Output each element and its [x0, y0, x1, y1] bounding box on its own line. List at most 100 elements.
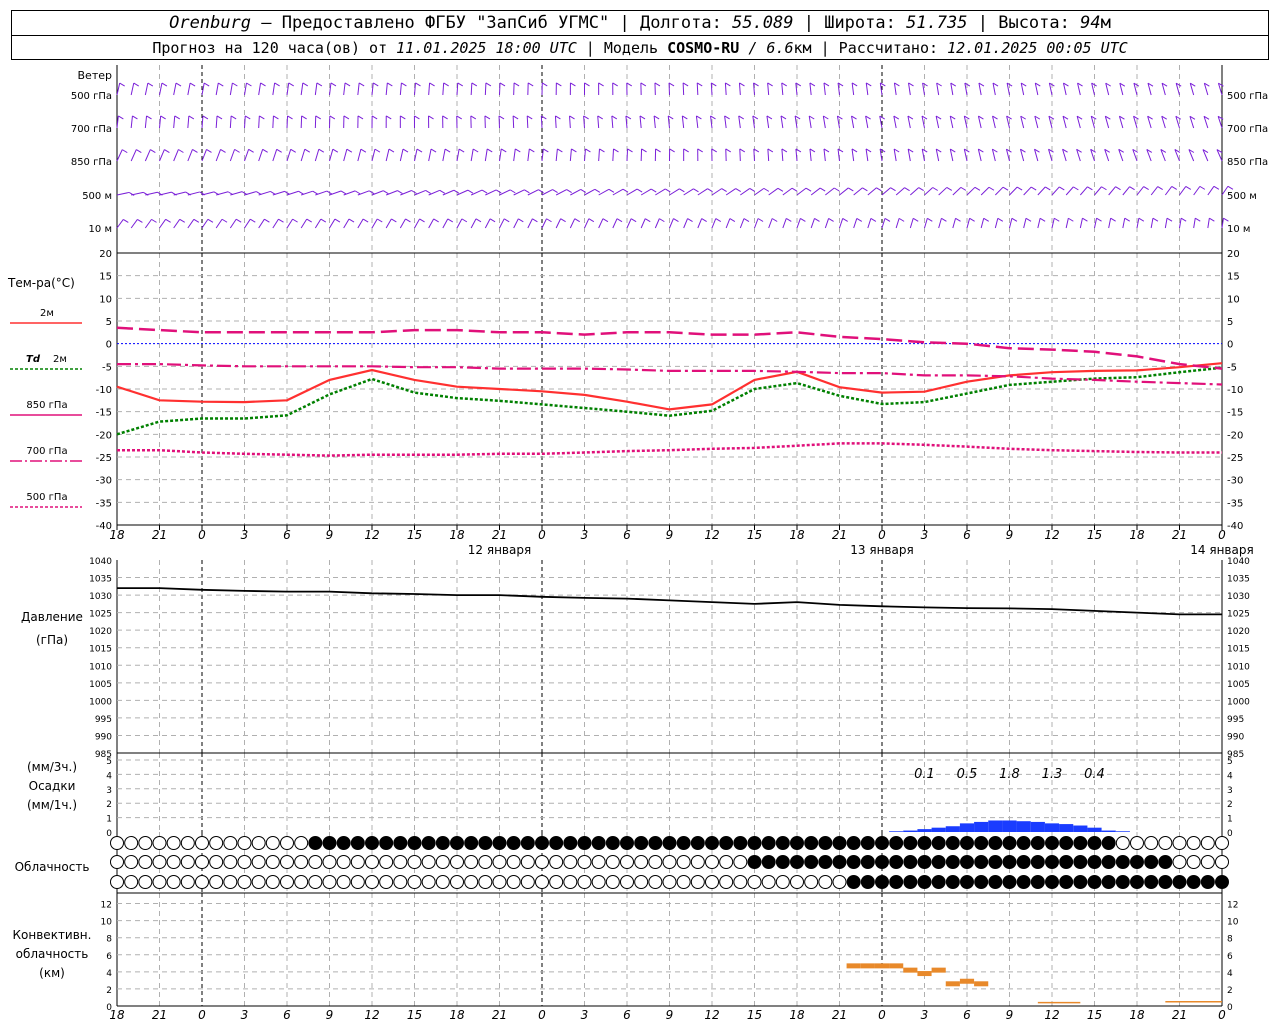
precip-bar: [974, 821, 989, 832]
cloud-cover-symbol: [478, 836, 493, 850]
cloud-cover-symbol: [251, 875, 266, 889]
wind-barb-feather: [118, 115, 124, 120]
cloud-cover-symbol: [1200, 855, 1215, 869]
wind-barb-feather: [360, 148, 367, 153]
cloud-cover-symbol: [662, 875, 677, 889]
precip-tick-label-right: 1: [1227, 815, 1233, 825]
cloud-cover-symbol: [960, 875, 974, 889]
cloud-cover-symbol: [195, 875, 209, 889]
wind-barb: [867, 187, 877, 196]
cloud-cover-symbol: [1073, 836, 1088, 850]
wind-barb: [428, 218, 435, 229]
pressure-tick-label-right: 1005: [1227, 680, 1250, 690]
pressure-tick-label-right: 1025: [1227, 610, 1250, 620]
wind-barb: [865, 148, 869, 162]
wind-barb: [853, 218, 858, 229]
wind-barb: [895, 187, 905, 196]
cloud-cover-symbol: [492, 836, 507, 850]
x-tick-label: 21: [152, 528, 167, 542]
wind-barb-feather: [372, 82, 379, 87]
cloud-cover-symbol: [237, 855, 252, 869]
cloud-cover-symbol: [124, 855, 139, 869]
cloud-cover-symbol: [1130, 855, 1144, 869]
temp-tick-label-right: 10: [1227, 294, 1240, 305]
wind-barb-feather: [484, 115, 491, 120]
wind-barb-feather: [461, 218, 468, 223]
wind-barb-feather: [1044, 186, 1051, 191]
wind-barb: [1023, 218, 1027, 229]
wind-barb-feather: [220, 148, 226, 153]
cloud-cover-symbol: [860, 875, 875, 889]
wind-barb-feather: [848, 187, 854, 192]
wind-barb: [1150, 218, 1154, 229]
cloud-cover-symbol: [988, 855, 1003, 869]
wind-barb-feather: [526, 115, 533, 120]
cloud-cover-symbol: [280, 836, 294, 850]
wind-barb: [144, 82, 149, 96]
precip-bar: [931, 827, 946, 832]
wind-barb-feather: [206, 148, 212, 153]
x-tick-label: 3: [921, 528, 929, 542]
wind-barb-feather: [188, 115, 195, 120]
wind-barb-feather: [721, 188, 727, 193]
cloud-cover-symbol: [110, 875, 124, 889]
wind-barb-feather: [278, 218, 284, 223]
cloud-cover-symbol: [1186, 836, 1201, 850]
wind-barb-feather: [500, 148, 507, 153]
wind-barb-feather: [374, 148, 381, 153]
wind-barb: [1193, 186, 1201, 196]
wind-barb-feather: [221, 218, 228, 223]
cloud-cover-symbol: [421, 855, 436, 869]
wind-barb: [682, 82, 685, 96]
wind-barb-feather: [767, 82, 773, 87]
cloud-cover-symbol: [790, 855, 804, 869]
wind-barb: [159, 219, 167, 229]
wind-barb-feather: [842, 217, 848, 222]
cloud-cover-symbol: [591, 875, 606, 889]
conv-cloud-bar: [889, 963, 904, 969]
wind-barb: [809, 82, 812, 96]
wind-barb-feather: [683, 148, 689, 153]
wind-barb-feather: [218, 82, 224, 87]
wind-barb-feather: [627, 148, 633, 153]
wind-barb-feather: [890, 187, 896, 192]
cloud-cover-symbol: [747, 836, 762, 850]
wind-barb-feather: [179, 218, 185, 223]
precip-bar: [1016, 821, 1031, 832]
wind-barb-feather: [1082, 217, 1088, 222]
wind-barb: [555, 148, 558, 162]
wind-barb-feather: [725, 82, 731, 87]
cloud-cover-symbol: [889, 875, 904, 889]
wind-barb-feather: [397, 190, 403, 195]
wind-barb: [725, 218, 731, 229]
pressure-tick-label-left: 1010: [89, 662, 112, 672]
cloud-cover-symbol: [804, 875, 819, 889]
cloud-cover-symbol: [195, 855, 209, 869]
wind-barb-feather: [137, 218, 143, 223]
cloud-cover-symbol: [1186, 875, 1201, 889]
cloud-cover-symbol: [1101, 855, 1116, 869]
cloud-cover-symbol: [974, 836, 989, 850]
wind-barb: [895, 218, 900, 229]
cloud-cover-symbol: [903, 836, 918, 850]
cloud-cover-symbol: [605, 855, 620, 869]
wind-barb-feather: [425, 189, 431, 194]
wind-barb: [1094, 186, 1102, 196]
cloud-cover-symbol: [294, 855, 309, 869]
wind-barb-feather: [1213, 185, 1220, 190]
conv-tick-label-left: 10: [101, 918, 113, 928]
wind-barb: [229, 149, 236, 162]
wind-barb: [697, 218, 703, 229]
cloud-cover-symbol: [620, 855, 634, 869]
cloud-cover-symbol: [138, 855, 153, 869]
cloud-cover-symbol: [648, 875, 663, 889]
wind-barb-feather: [862, 187, 868, 192]
wind-barb-feather: [898, 217, 905, 222]
wind-barb: [598, 148, 600, 162]
cloud-cover-symbol: [180, 855, 195, 869]
wind-barb-feather: [132, 115, 138, 120]
wind-barb-feather: [136, 149, 142, 154]
wind-barb: [754, 187, 765, 196]
wind-barb-feather: [1199, 185, 1206, 190]
cloud-cover-symbol: [365, 875, 379, 889]
